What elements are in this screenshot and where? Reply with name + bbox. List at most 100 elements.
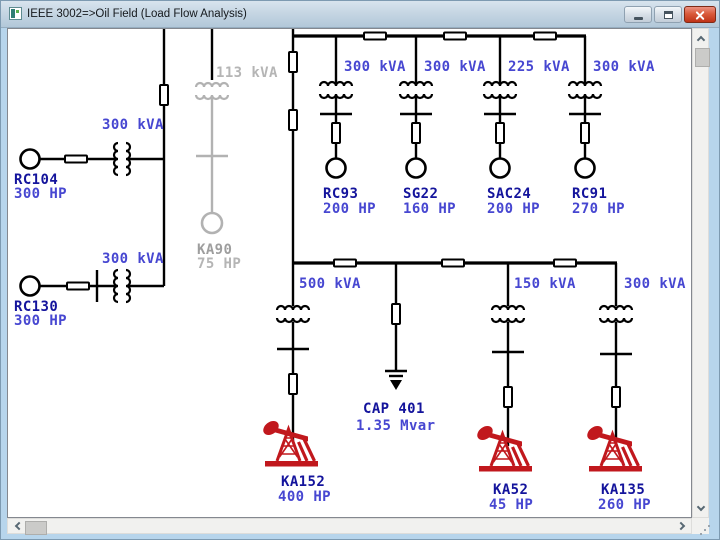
app-icon <box>9 7 22 20</box>
equipment-name: KA152 <box>281 474 325 490</box>
branch-rc91[interactable] <box>569 36 601 178</box>
close-icon <box>695 10 705 20</box>
rating-label: 300 kVA <box>102 117 164 133</box>
chevron-up-icon <box>696 35 704 43</box>
branch-rc130[interactable] <box>21 270 165 302</box>
app-window: IEEE 3002=>Oil Field (Load Flow Analysis… <box>0 0 720 540</box>
branch-sac24[interactable] <box>484 36 516 178</box>
fuse-symbol[interactable] <box>160 85 168 105</box>
equipment-name: RC93 <box>323 186 358 202</box>
transformer-symbol[interactable] <box>196 83 228 99</box>
window-controls <box>624 6 716 23</box>
fuse-symbol[interactable] <box>412 123 420 143</box>
motor-symbol[interactable] <box>576 159 595 178</box>
maximize-icon <box>664 11 673 19</box>
branch-rc104[interactable] <box>21 143 165 175</box>
scroll-down-button[interactable] <box>693 500 708 516</box>
motor-symbol[interactable] <box>327 159 346 178</box>
power-label: 45 HP <box>489 497 533 513</box>
equipment-name: RC91 <box>572 186 607 202</box>
rating-label: 300 kVA <box>624 276 686 292</box>
equipment-name: KA135 <box>601 482 645 498</box>
motor-symbol[interactable] <box>21 277 40 296</box>
pumpjack-icon[interactable] <box>475 423 532 471</box>
chevron-right-icon <box>676 522 684 530</box>
branch-sg22[interactable] <box>400 36 432 178</box>
transformer-symbol[interactable] <box>569 82 601 98</box>
horizontal-scroll-thumb[interactable] <box>25 521 47 535</box>
rating-label: 300 kVA <box>344 59 406 75</box>
fuse-symbol[interactable] <box>442 260 464 267</box>
chevron-left-icon <box>14 522 22 530</box>
branch-cap401[interactable] <box>385 263 407 390</box>
fuse-symbol[interactable] <box>67 283 89 290</box>
branch-ka90-offline[interactable] <box>196 83 228 233</box>
fuse-symbol[interactable] <box>612 387 620 407</box>
pumpjack-icon[interactable] <box>261 418 318 466</box>
rating-label: 300 kVA <box>424 59 486 75</box>
diagram-canvas[interactable]: 300 kVA RC104 300 HP 300 kVA RC130 300 H… <box>7 28 692 518</box>
fuse-symbol[interactable] <box>534 33 556 40</box>
motor-symbol[interactable] <box>407 159 426 178</box>
fuse-symbol[interactable] <box>392 304 400 324</box>
horizontal-scrollbar[interactable] <box>7 518 692 534</box>
equipment-name: SAC24 <box>487 186 531 202</box>
rating-label: 300 kVA <box>593 59 655 75</box>
branch-rc93[interactable] <box>320 36 352 178</box>
transformer-symbol[interactable] <box>114 143 130 175</box>
fuse-symbol[interactable] <box>581 123 589 143</box>
transformer-symbol[interactable] <box>320 82 352 98</box>
fuse-symbol[interactable] <box>504 387 512 407</box>
transformer-symbol[interactable] <box>400 82 432 98</box>
branch-ka152[interactable] <box>261 263 318 467</box>
power-label: 260 HP <box>598 497 651 513</box>
motor-symbol[interactable] <box>202 213 222 233</box>
maximize-button[interactable] <box>654 6 682 23</box>
fuse-symbol[interactable] <box>65 156 87 163</box>
resize-grip-icon[interactable] <box>704 529 706 531</box>
power-label: 75 HP <box>197 256 241 272</box>
scroll-left-button[interactable] <box>9 519 25 533</box>
fuse-symbol[interactable] <box>334 260 356 267</box>
fuse-symbol[interactable] <box>289 52 297 72</box>
window-title: IEEE 3002=>Oil Field (Load Flow Analysis… <box>27 1 247 27</box>
chevron-down-icon <box>696 502 704 510</box>
power-label: 200 HP <box>487 201 540 217</box>
equipment-name: KA52 <box>493 482 528 498</box>
fuse-symbol[interactable] <box>364 33 386 40</box>
vertical-scrollbar[interactable] <box>692 28 709 518</box>
fuse-symbol[interactable] <box>554 260 576 267</box>
scrollbar-corner <box>692 518 709 534</box>
pumpjack-icon[interactable] <box>585 423 642 471</box>
motor-symbol[interactable] <box>21 150 40 169</box>
titlebar[interactable]: IEEE 3002=>Oil Field (Load Flow Analysis… <box>1 1 719 28</box>
rating-label: 500 kVA <box>299 276 361 292</box>
power-label: 300 HP <box>14 186 67 202</box>
rating-label: 113 kVA <box>216 65 278 81</box>
branch-ka52[interactable] <box>475 263 532 472</box>
fuse-symbol[interactable] <box>289 110 297 130</box>
transformer-symbol[interactable] <box>600 306 632 322</box>
transformer-symbol[interactable] <box>277 306 309 322</box>
power-label: 300 HP <box>14 313 67 329</box>
transformer-symbol[interactable] <box>492 306 524 322</box>
power-label: 400 HP <box>278 489 331 505</box>
capacitor-symbol[interactable] <box>385 371 407 390</box>
motor-symbol[interactable] <box>491 159 510 178</box>
fuse-symbol[interactable] <box>444 33 466 40</box>
transformer-symbol[interactable] <box>484 82 516 98</box>
fuse-symbol[interactable] <box>496 123 504 143</box>
minimize-button[interactable] <box>624 6 652 23</box>
transformer-symbol[interactable] <box>114 270 130 302</box>
close-button[interactable] <box>684 6 716 23</box>
minimize-icon <box>634 17 643 20</box>
scroll-up-button[interactable] <box>693 30 708 46</box>
equipment-name: CAP 401 <box>363 401 425 417</box>
rating-label: 300 kVA <box>102 251 164 267</box>
fuse-symbol[interactable] <box>289 374 297 394</box>
scroll-right-button[interactable] <box>674 519 690 533</box>
rating-label: 225 kVA <box>508 59 570 75</box>
vertical-scroll-thumb[interactable] <box>695 48 710 67</box>
fuse-symbol[interactable] <box>332 123 340 143</box>
branch-ka135[interactable] <box>585 263 642 472</box>
